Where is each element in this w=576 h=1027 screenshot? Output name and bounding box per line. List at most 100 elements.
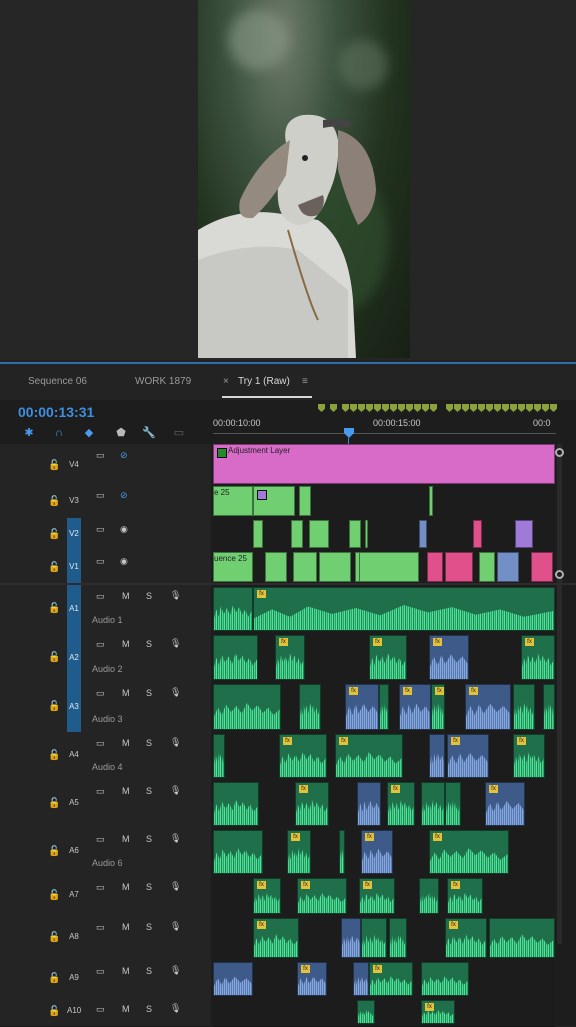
audio-clip[interactable] <box>357 782 381 826</box>
audio-clip[interactable]: fx <box>335 734 403 778</box>
track-lane[interactable]: fx <box>213 585 555 634</box>
video-clip[interactable] <box>429 486 433 516</box>
audio-clip[interactable] <box>543 684 555 730</box>
solo-button[interactable]: S <box>146 738 152 748</box>
mute-button[interactable]: M <box>122 591 130 601</box>
sync-lock-icon[interactable]: ▭ <box>96 490 105 501</box>
audio-clip[interactable]: fx <box>253 587 555 631</box>
audio-clip[interactable] <box>445 782 461 826</box>
track-lane[interactable]: fx fx fx <box>213 780 555 829</box>
lock-icon[interactable]: 🔓 <box>48 496 60 507</box>
lock-icon[interactable]: 🔓 <box>48 750 60 761</box>
microphone-icon[interactable]: 🎙 <box>170 687 181 698</box>
eye-off-icon[interactable]: ⊘ <box>120 490 128 501</box>
audio-clip[interactable]: fx <box>387 782 415 826</box>
audio-clip[interactable]: fx <box>521 635 555 680</box>
audio-clip[interactable]: fx <box>345 684 379 730</box>
track-name[interactable]: A9 <box>67 973 81 982</box>
track-name[interactable]: A5 <box>67 798 81 807</box>
audio-clip[interactable] <box>341 918 361 958</box>
video-clip[interactable] <box>299 486 311 516</box>
mute-button[interactable]: M <box>122 639 130 649</box>
audio-clip[interactable]: fx <box>275 635 305 680</box>
audio-clip[interactable]: fx <box>369 962 413 996</box>
audio-clip[interactable] <box>213 962 253 996</box>
track-lane[interactable]: fx fx fx <box>213 828 555 877</box>
video-clip[interactable] <box>253 486 295 516</box>
sync-lock-icon[interactable]: ▭ <box>96 639 105 650</box>
audio-clip[interactable] <box>357 1000 375 1024</box>
track-name[interactable]: A6 <box>67 846 81 855</box>
tab-sequence-06[interactable]: Sequence 06 <box>28 376 87 387</box>
video-clip[interactable] <box>365 520 368 548</box>
track-name[interactable]: A2 <box>67 633 81 682</box>
track-name[interactable]: A4 <box>67 750 81 759</box>
audio-clip[interactable] <box>421 782 445 826</box>
video-clip[interactable] <box>531 552 553 582</box>
audio-clip[interactable]: fx <box>399 684 431 730</box>
audio-clip[interactable]: fx <box>429 635 469 680</box>
eye-icon[interactable]: ◉ <box>120 524 128 535</box>
video-clip[interactable] <box>359 552 419 582</box>
audio-clip[interactable]: fx <box>361 830 393 874</box>
audio-clip[interactable]: fx <box>287 830 311 874</box>
track-name[interactable]: A7 <box>67 890 81 899</box>
track-lane[interactable]: fx fx <box>213 916 555 961</box>
audio-clip[interactable] <box>379 684 389 730</box>
solo-button[interactable]: S <box>146 922 152 932</box>
video-clip[interactable] <box>265 552 287 582</box>
video-clip[interactable] <box>309 520 329 548</box>
sync-lock-icon[interactable]: ▭ <box>96 450 105 461</box>
audio-clip[interactable] <box>421 962 469 996</box>
track-name[interactable]: V1 <box>67 550 81 584</box>
track-lane[interactable]: e 25 <box>213 484 555 519</box>
audio-clip[interactable] <box>213 830 263 874</box>
sync-lock-icon[interactable]: ▭ <box>96 966 105 977</box>
solo-button[interactable]: S <box>146 688 152 698</box>
audio-clip[interactable]: fx <box>253 878 281 914</box>
audio-clip[interactable] <box>213 734 225 778</box>
track-name[interactable]: A3 <box>67 682 81 732</box>
lock-icon[interactable]: 🔓 <box>48 798 60 809</box>
lock-icon[interactable]: 🔓 <box>48 529 60 540</box>
eye-off-icon[interactable]: ⊘ <box>120 450 128 461</box>
audio-clip[interactable]: fx <box>369 635 407 680</box>
track-lane[interactable]: fx <box>213 998 555 1027</box>
audio-clip[interactable]: fx <box>447 734 489 778</box>
lock-icon[interactable]: 🔓 <box>48 890 60 901</box>
video-clip[interactable] <box>291 520 303 548</box>
video-clip[interactable] <box>319 552 351 582</box>
audio-clip[interactable]: fx <box>297 962 327 996</box>
track-lane[interactable]: fx fx fx fx <box>213 732 555 781</box>
solo-button[interactable]: S <box>146 834 152 844</box>
track-name[interactable]: V3 <box>67 496 81 505</box>
sync-lock-icon[interactable]: ▭ <box>96 524 105 535</box>
video-clip[interactable] <box>497 552 519 582</box>
audio-clip[interactable]: fx <box>279 734 327 778</box>
video-clip[interactable] <box>427 552 443 582</box>
mute-button[interactable]: M <box>122 1004 130 1014</box>
snap-icon[interactable]: ✱ <box>22 426 36 440</box>
audio-clip[interactable]: fx <box>465 684 511 730</box>
audio-clip[interactable] <box>213 587 253 631</box>
scroll-zoom-handle[interactable] <box>555 448 564 457</box>
track-lane[interactable]: uence 25 <box>213 550 555 585</box>
video-clip[interactable] <box>293 552 317 582</box>
audio-clip[interactable] <box>419 878 439 914</box>
tab-try-1-raw[interactable]: Try 1 (Raw) <box>238 376 290 387</box>
audio-clip[interactable] <box>429 734 445 778</box>
tab-work-1879[interactable]: WORK 1879 <box>135 376 191 387</box>
audio-clip[interactable]: fx <box>297 878 347 914</box>
video-clip[interactable]: e 25 <box>213 486 253 516</box>
captions-icon[interactable]: ▭ <box>172 426 186 440</box>
video-clip[interactable] <box>479 552 495 582</box>
add-marker-icon[interactable]: ◆ <box>82 426 96 440</box>
solo-button[interactable]: S <box>146 591 152 601</box>
scroll-zoom-handle[interactable] <box>555 570 564 579</box>
video-clip[interactable] <box>515 520 533 548</box>
sync-lock-icon[interactable]: ▭ <box>96 834 105 845</box>
lock-icon[interactable]: 🔓 <box>48 562 60 573</box>
sync-lock-icon[interactable]: ▭ <box>96 882 105 893</box>
microphone-icon[interactable]: 🎙 <box>170 590 181 601</box>
video-clip[interactable] <box>419 520 427 548</box>
